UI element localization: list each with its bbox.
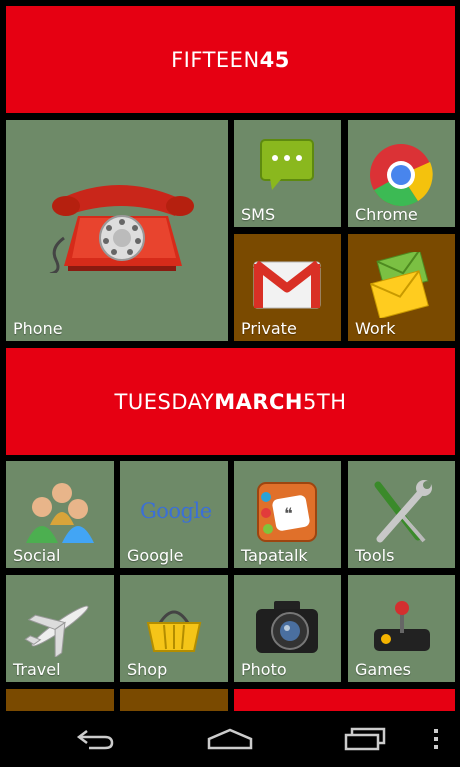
people-icon (26, 483, 94, 543)
tile-chrome[interactable]: Chrome (348, 120, 455, 227)
tile-social[interactable]: Social (6, 461, 114, 568)
wrench-screwdriver-icon (374, 480, 432, 543)
google-logo-text: Google (140, 499, 212, 523)
overflow-menu-icon (434, 729, 438, 749)
joystick-icon (374, 601, 430, 651)
tile-google[interactable]: Google Google (120, 461, 228, 568)
overflow-menu-button[interactable] (420, 711, 452, 767)
tile-label: Private (241, 319, 297, 338)
tile-sms[interactable]: SMS (234, 120, 341, 227)
date-month: MARCH (214, 389, 303, 414)
tile-tools[interactable]: Tools (348, 461, 455, 568)
mail-envelope-icon (370, 252, 429, 318)
telephone-icon (49, 185, 194, 273)
clock-banner[interactable]: FIFTEEN 45 (6, 6, 455, 113)
recents-icon (344, 727, 386, 751)
tile-label: Photo (241, 660, 287, 679)
recents-button[interactable] (320, 711, 410, 767)
clock-minutes: 45 (259, 47, 290, 72)
date-day: TUESDAY (114, 389, 215, 414)
tile-label: Games (355, 660, 411, 679)
date-number: 5TH (303, 389, 347, 414)
clock-hours: FIFTEEN (171, 47, 260, 72)
google-logo-icon: Google (140, 499, 212, 523)
navigation-bar (0, 711, 460, 767)
back-button[interactable] (50, 711, 140, 767)
tapatalk-icon: ❝ (257, 482, 317, 542)
tile-label: SMS (241, 205, 276, 224)
tile-label: Tools (355, 546, 395, 565)
date-banner[interactable]: TUESDAY MARCH 5TH (6, 348, 455, 455)
airplane-icon (24, 605, 89, 657)
chrome-icon (370, 144, 433, 206)
tile-label: Tapatalk (241, 546, 308, 565)
tile-work[interactable]: Work (348, 234, 455, 341)
camera-icon (256, 601, 318, 653)
tile-travel[interactable]: Travel (6, 575, 114, 682)
tile-photo[interactable]: Photo (234, 575, 341, 682)
tile-private[interactable]: Private (234, 234, 341, 341)
tile-label: Shop (127, 660, 168, 679)
tile-games[interactable]: Games (348, 575, 455, 682)
back-icon (76, 730, 114, 750)
tile-label: Work (355, 319, 396, 338)
tile-label: Chrome (355, 205, 418, 224)
tile-label: Social (13, 546, 61, 565)
tile-partial-2[interactable] (120, 689, 228, 711)
sms-bubble-icon (260, 139, 314, 190)
tile-partial-1[interactable] (6, 689, 114, 711)
tile-phone[interactable]: Phone (6, 120, 228, 341)
tile-partial-3[interactable] (234, 689, 455, 711)
tile-label: Google (127, 546, 184, 565)
home-icon (207, 728, 253, 750)
gmail-icon (253, 260, 321, 309)
shopping-basket-icon (146, 610, 202, 652)
tile-shop[interactable]: Shop (120, 575, 228, 682)
home-button[interactable] (185, 711, 275, 767)
tile-label: Travel (13, 660, 61, 679)
tile-label: Phone (13, 319, 63, 338)
svg-text:❝: ❝ (284, 504, 293, 523)
tile-tapatalk[interactable]: ❝ Tapatalk (234, 461, 341, 568)
